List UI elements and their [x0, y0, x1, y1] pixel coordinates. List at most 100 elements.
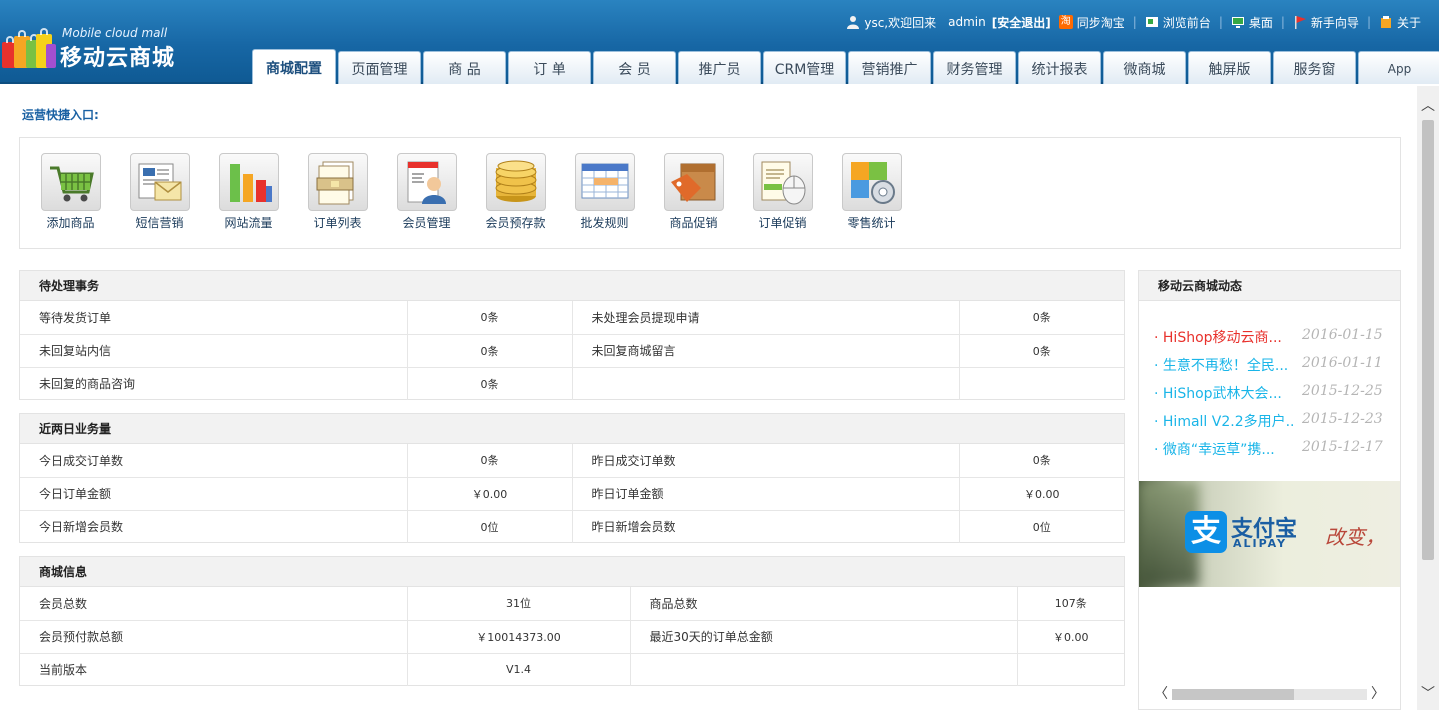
username-text: admin — [948, 15, 986, 29]
quick-member-deposit-label: 会员预存款 — [485, 216, 546, 230]
table-cell[interactable]: 0条 — [407, 334, 573, 368]
tab-reports[interactable]: 统计报表 — [1018, 51, 1101, 84]
flag-icon — [1294, 16, 1306, 29]
shopinfo-title: 商城信息 — [20, 557, 1124, 587]
quick-member-deposit[interactable]: 会员预存款 — [471, 153, 560, 231]
table-cell: 0位 — [1032, 520, 1051, 534]
desktop-icon — [1231, 17, 1244, 28]
quick-product-promo[interactable]: 商品促销 — [649, 153, 738, 231]
table-cell[interactable]: 0条 — [407, 367, 573, 400]
news-item-title[interactable]: · HiShop移动云商... — [1154, 327, 1294, 347]
guide-link[interactable]: 新手向导 — [1293, 14, 1359, 31]
table-cell — [572, 367, 960, 400]
table-cell: ￥0.00 — [407, 477, 573, 511]
table-cell: 最近30天的订单总金额 — [630, 620, 1018, 654]
order-list-icon — [307, 153, 368, 211]
horizontal-scrollbar[interactable]: 〈 〉 — [1139, 686, 1400, 703]
brand-logo[interactable]: Mobile cloud mall 移动云商城 — [2, 18, 242, 71]
alipay-slogan: 改变， — [1325, 525, 1385, 549]
quick-entry-title: 运营快捷入口: — [22, 108, 99, 122]
cart-icon — [40, 153, 101, 211]
quick-order-promo[interactable]: 订单促销 — [738, 153, 827, 231]
tab-mall-config[interactable]: 商城配置 — [252, 49, 336, 84]
table-cell[interactable]: 0条 — [959, 334, 1124, 368]
bar-chart-icon — [218, 153, 279, 211]
table-cell: 未处理会员提现申请 — [572, 301, 960, 335]
business-title: 近两日业务量 — [20, 414, 1124, 444]
logout-link[interactable]: [安全退出] — [992, 14, 1051, 31]
news-item-title[interactable]: · 微商“幸运草”携... — [1154, 439, 1294, 459]
news-item-date: 2015-12-17 — [1302, 439, 1383, 455]
quick-sms-marketing[interactable]: 短信营销 — [115, 153, 204, 231]
scroll-thumb[interactable] — [1422, 120, 1434, 560]
scroll-up-icon[interactable]: ︿ — [1417, 96, 1439, 116]
quick-wholesale-rules[interactable]: 批发规则 — [560, 153, 649, 231]
member-icon — [396, 153, 457, 211]
scroll-right-icon[interactable]: 〉 — [1370, 686, 1386, 703]
alipay-banner[interactable]: 支 支付宝 ALIPAY 改变， — [1139, 481, 1400, 587]
about-link[interactable]: 关于 — [1379, 14, 1421, 31]
tab-finance[interactable]: 财务管理 — [933, 51, 1016, 84]
news-item-title[interactable]: · Himall V2.2多用户... — [1154, 411, 1294, 431]
table-cell: 当前版本 — [20, 653, 408, 686]
quick-site-traffic-label: 网站流量 — [224, 216, 273, 230]
quick-product-promo-label: 商品促销 — [669, 216, 718, 230]
sync-taobao-label: 同步淘宝 — [1076, 15, 1125, 30]
table-cell: 商品总数 — [630, 587, 1018, 621]
desktop-label: 桌面 — [1248, 15, 1273, 30]
tab-members[interactable]: 会 员 — [593, 51, 676, 84]
tab-service-window[interactable]: 服务窗 — [1273, 51, 1356, 84]
news-item[interactable]: · Himall V2.2多用户... 2015-12-23 — [1154, 411, 1386, 431]
scroll-thumb[interactable] — [1172, 689, 1294, 700]
table-cell: 未回复的商品咨询 — [20, 367, 408, 400]
news-item[interactable]: · 生意不再愁！全民... 2016-01-11 — [1154, 355, 1386, 375]
table-row: 未回复站内信 0条 未回复商城留言 0条 — [20, 334, 1124, 368]
desktop-link[interactable]: 桌面 — [1231, 14, 1273, 31]
news-item-title[interactable]: · 生意不再愁！全民... — [1154, 355, 1294, 375]
table-row: 当前版本 V1.4 — [20, 653, 1124, 686]
app-window: Mobile cloud mall 移动云商城 ysc,欢迎回来 admin [… — [0, 0, 1439, 710]
vertical-scrollbar[interactable]: ︿ ﹀ — [1417, 86, 1439, 710]
news-item[interactable]: · HiShop移动云商... 2016-01-15 — [1154, 327, 1386, 347]
tab-app[interactable]: App — [1358, 51, 1439, 84]
tab-orders[interactable]: 订 单 — [508, 51, 591, 84]
quick-retail-stats[interactable]: 零售统计 — [827, 153, 916, 231]
tab-touch-version[interactable]: 触屏版 — [1188, 51, 1271, 84]
logo-subtitle: Mobile cloud mall — [62, 26, 168, 40]
puzzle-gear-icon — [841, 153, 902, 211]
tab-marketing[interactable]: 营销推广 — [848, 51, 931, 84]
quick-order-list[interactable]: 订单列表 — [293, 153, 382, 231]
alipay-logo-icon: 支 — [1185, 511, 1227, 553]
news-panel: 移动云商城动态 · HiShop移动云商... 2016-01-15 · 生意不… — [1138, 270, 1401, 710]
table-cell: 会员预付款总额 — [20, 620, 408, 654]
pending-title: 待处理事务 — [20, 271, 1124, 301]
table-row: 今日新增会员数 0位 昨日新增会员数 0位 — [20, 510, 1124, 543]
quick-add-product[interactable]: 添加商品 — [26, 153, 115, 231]
tab-crm[interactable]: CRM管理 — [763, 51, 846, 84]
tab-promoters[interactable]: 推广员 — [678, 51, 761, 84]
tab-products[interactable]: 商 品 — [423, 51, 506, 84]
greeting-text: ysc,欢迎回来 — [864, 15, 937, 30]
table-cell: 今日新增会员数 — [20, 510, 408, 543]
quick-member-manage[interactable]: 会员管理 — [382, 153, 471, 231]
taobao-icon: 淘 — [1058, 15, 1073, 29]
scroll-down-icon[interactable]: ﹀ — [1417, 684, 1439, 704]
news-title: 移动云商城动态 — [1139, 271, 1400, 301]
tab-wechat-mall[interactable]: 微商城 — [1103, 51, 1186, 84]
tab-page-manage[interactable]: 页面管理 — [338, 51, 421, 84]
table-cell[interactable]: 0条 — [959, 301, 1124, 335]
table-cell: 0位 — [407, 510, 573, 543]
sync-taobao-link[interactable]: 淘 同步淘宝 — [1058, 14, 1125, 31]
table-cell[interactable]: 0条 — [407, 301, 573, 335]
news-item[interactable]: · HiShop武林大会... 2015-12-25 — [1154, 383, 1386, 403]
table-cell: 未回复商城留言 — [572, 334, 960, 368]
browse-front-link[interactable]: 浏览前台 — [1145, 14, 1211, 31]
table-row: 未回复的商品咨询 0条 — [20, 367, 1124, 400]
news-item[interactable]: · 微商“幸运草”携... 2015-12-17 — [1154, 439, 1386, 459]
news-item-title[interactable]: · HiShop武林大会... — [1154, 383, 1294, 403]
quick-site-traffic[interactable]: 网站流量 — [204, 153, 293, 231]
separator: | — [1366, 15, 1371, 29]
quick-retail-stats-label: 零售统计 — [847, 216, 896, 230]
header-bar: Mobile cloud mall 移动云商城 ysc,欢迎回来 admin [… — [0, 0, 1439, 84]
scroll-left-icon[interactable]: 〈 — [1153, 686, 1169, 703]
